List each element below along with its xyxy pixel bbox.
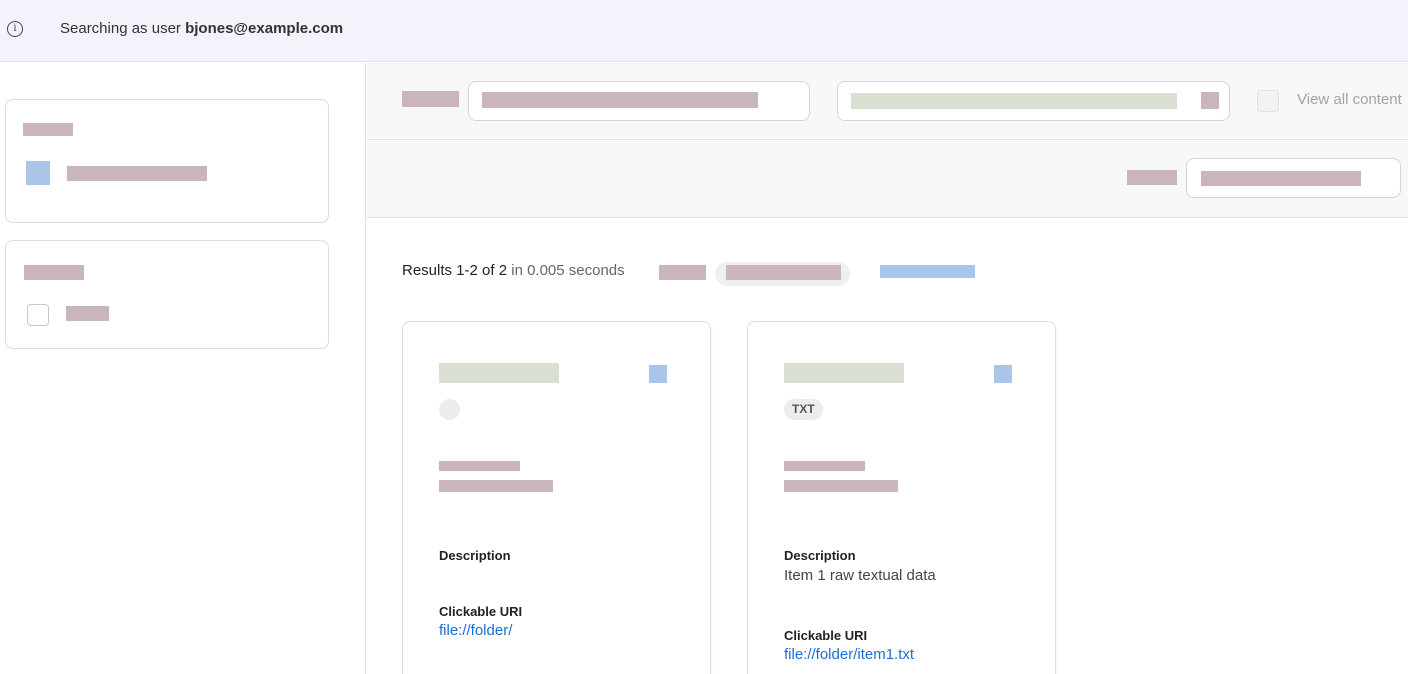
facet-sidebar [0,63,366,674]
facet-value-label [67,166,207,181]
facet-card [5,240,329,349]
filter-select[interactable] [837,81,1230,121]
quickview-icon[interactable] [994,365,1012,383]
result-excerpt [784,480,898,492]
file-type-badge [439,399,460,420]
result-excerpt [439,461,520,471]
uri-label: Clickable URI [439,604,523,619]
facet-value-label [66,306,109,321]
uri-link[interactable]: file://folder/ [439,622,512,639]
view-all-checkbox[interactable] [1257,90,1279,112]
result-excerpt [439,480,553,492]
banner-text: Searching as user bjones@example.com [60,20,343,37]
search-input[interactable] [468,81,810,121]
facet-title [24,265,84,280]
search-bar: View all content [367,63,1408,140]
description-label: Description [439,548,511,563]
search-placeholder [482,92,758,108]
query-chip[interactable] [715,262,850,286]
filter-value [851,93,1177,109]
description-value: Item 1 raw textual data [784,567,936,584]
uri-label: Clickable URI [784,628,868,643]
view-all-label: View all content [1297,91,1402,108]
info-icon: i [7,21,23,37]
sort-select[interactable] [1186,158,1401,198]
facet-title [23,123,73,136]
results-count: Results 1-2 of 2 [402,262,508,279]
search-label [402,91,459,107]
result-card: TXT Description Item 1 raw textual data … [747,321,1056,674]
user-banner: i Searching as user bjones@example.com [0,0,1408,62]
result-title[interactable] [439,363,559,383]
quickview-icon[interactable] [649,365,667,383]
facet-checkbox[interactable] [27,304,49,326]
description-label: Description [784,548,856,563]
banner-user: bjones@example.com [185,20,344,37]
sort-bar [367,141,1408,218]
results-time: in 0.005 seconds [511,262,625,279]
sort-label [1127,170,1177,185]
uri-link[interactable]: file://folder/item1.txt [784,646,914,663]
sort-value [1201,171,1361,186]
dropdown-icon[interactable] [1201,92,1219,109]
clear-query-link[interactable] [880,265,975,278]
result-excerpt [784,461,865,471]
file-type-badge: TXT [784,399,823,420]
result-title[interactable] [784,363,904,383]
query-chip-text [726,265,841,280]
results-summary: Results 1-2 of 2 in 0.005 seconds [402,262,625,279]
query-label [659,265,706,280]
facet-card [5,99,329,223]
result-card: Description Clickable URI file://folder/ [402,321,711,674]
banner-prefix: Searching as user [60,20,181,37]
facet-checkbox-selected[interactable] [26,161,50,185]
